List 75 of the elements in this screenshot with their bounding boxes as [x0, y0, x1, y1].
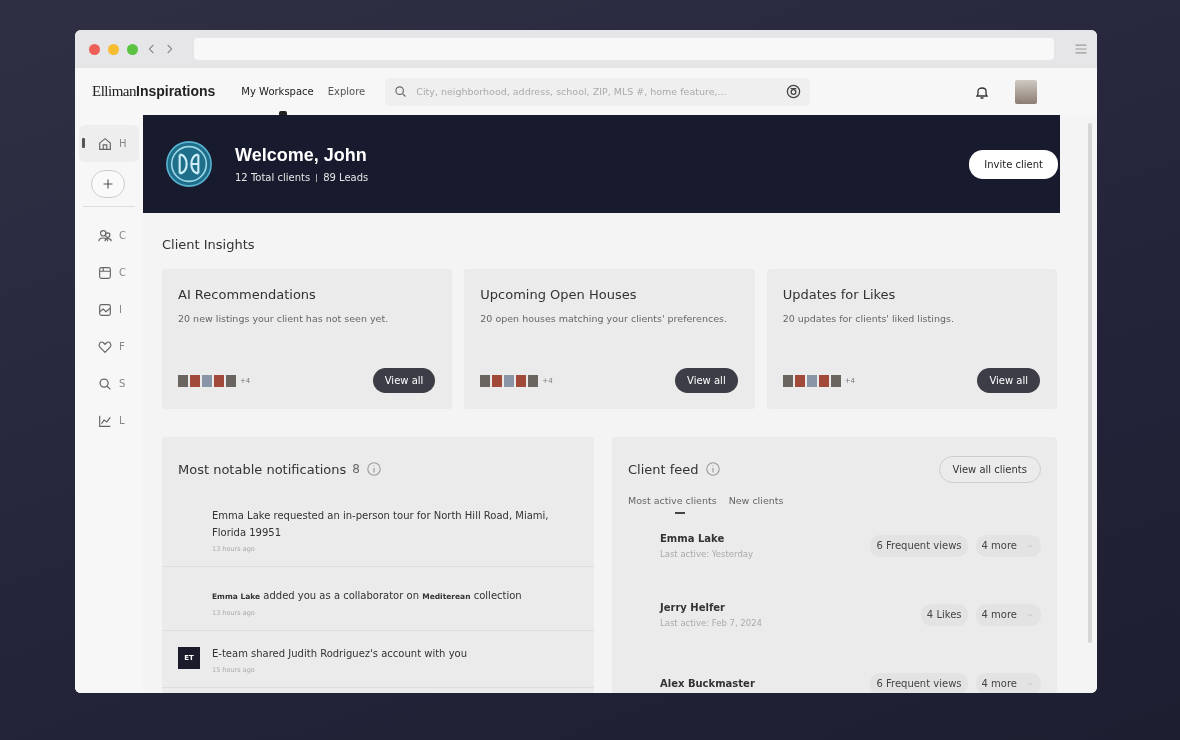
photo-placeholder — [226, 374, 236, 387]
photo-placeholder — [782, 374, 793, 387]
section-title: Client Insights — [162, 237, 256, 252]
people-icon — [97, 227, 113, 244]
feed-tab[interactable]: Most active clients — [628, 495, 717, 514]
logo-text: Inspirations — [136, 83, 216, 99]
photo-placeholder — [830, 374, 841, 387]
menu-icon — [1073, 42, 1089, 56]
more-dropdown[interactable]: 4 more — [975, 603, 1041, 626]
nav-link[interactable]: Explore — [327, 68, 366, 115]
notification-text: Emma Lake requested an in-person tour for North Hill Road, Miami, Florida 19951 — [212, 509, 550, 540]
feed-tab[interactable]: New clients — [728, 495, 784, 514]
last-active-text: Last active: Yesterday — [660, 548, 754, 559]
nav-link[interactable]: My Workspace — [241, 68, 314, 115]
client-row[interactable]: Jerry Helfer Last active: Feb 7, 2024 4 Likes 4 more — [612, 583, 1057, 652]
client-name: Alex Buckmaster — [660, 678, 755, 689]
notification-text: E-team shared Judith Rodriguez's account with you — [212, 647, 467, 661]
add-button[interactable] — [91, 170, 125, 198]
minimize-button[interactable] — [108, 43, 119, 55]
maximize-button[interactable] — [127, 43, 138, 55]
home-icon — [97, 135, 113, 152]
notebook-icon — [97, 264, 113, 281]
info-icon — [365, 461, 382, 477]
stat-text: 12 Total clients — [235, 172, 311, 183]
avatar-photo-placeholder[interactable] — [1015, 79, 1037, 104]
stat-text: 89 Leads — [323, 172, 369, 183]
card-description: 20 updates for clients' liked listings. — [782, 312, 955, 326]
welcome-title: Welcome, John — [235, 145, 368, 166]
search-field[interactable]: City, neighborhood, address, school, ZIP, MLS #, home feature,... — [414, 85, 780, 98]
client-row[interactable]: Alex Buckmaster 6 Frequent views 4 more — [612, 652, 1057, 693]
photo-placeholder — [480, 374, 491, 387]
activity-tag: 4 Likes — [920, 603, 968, 626]
sidebar-item[interactable]: S — [75, 365, 143, 402]
photo-placeholder — [492, 374, 503, 387]
close-button[interactable] — [89, 43, 100, 55]
last-active-text: Last active: Feb 7, 2024 — [660, 617, 762, 628]
image-icon — [97, 301, 113, 318]
view-all-button[interactable]: View all — [977, 368, 1040, 393]
invite-client-button[interactable]: Invite client — [969, 149, 1058, 179]
sidebar-item[interactable]: C — [75, 254, 143, 291]
monogram-logo-icon — [165, 140, 213, 188]
card-title: AI Recommendations — [178, 287, 317, 302]
activity-tag: 6 Frequent views — [870, 672, 968, 693]
photo-placeholder — [806, 374, 817, 387]
photo-placeholder — [202, 374, 212, 387]
card-description: 20 new listings your client has not seen yet. — [178, 312, 390, 326]
notification-count: 8 — [352, 462, 360, 476]
photo-placeholder — [516, 374, 527, 387]
card-description: 20 open houses matching your clients' preferences. — [480, 312, 728, 326]
photo-placeholder — [214, 374, 224, 387]
photo-placeholder — [528, 374, 539, 387]
photo-placeholder — [190, 374, 200, 387]
photo-placeholder — [794, 374, 805, 387]
client-row[interactable]: Emma Lake Last active: Yesterday 6 Frequent views 4 more — [612, 514, 1057, 583]
info-icon — [704, 461, 721, 477]
menu-button[interactable] — [1073, 42, 1089, 56]
client-name: Jerry Helfer — [660, 601, 726, 613]
more-dropdown[interactable]: 4 more — [975, 672, 1041, 693]
search-bar[interactable]: City, neighborhood, address, school, ZIP, MLS #, home feature,... — [385, 77, 811, 106]
client-name: Emma Lake — [660, 532, 726, 544]
photo-placeholder — [178, 374, 188, 387]
view-all-button[interactable]: View all — [372, 368, 436, 393]
photo-placeholder — [504, 374, 515, 387]
card-title: Upcoming Open Houses — [480, 287, 638, 302]
panel-title: Client feed — [628, 461, 699, 477]
photo-placeholder — [818, 374, 829, 387]
sidebar-item[interactable]: C — [75, 217, 143, 254]
card-title: Updates for Likes — [782, 287, 897, 302]
view-all-button[interactable]: View all — [675, 368, 738, 393]
heart-icon — [97, 338, 113, 355]
panel-title: Most notable notifications — [178, 461, 347, 477]
more-dropdown[interactable]: 4 more — [975, 534, 1041, 557]
activity-tag: 6 Frequent views — [870, 534, 968, 557]
logo-text: Elliman — [92, 83, 136, 100]
camera-icon — [785, 83, 803, 100]
